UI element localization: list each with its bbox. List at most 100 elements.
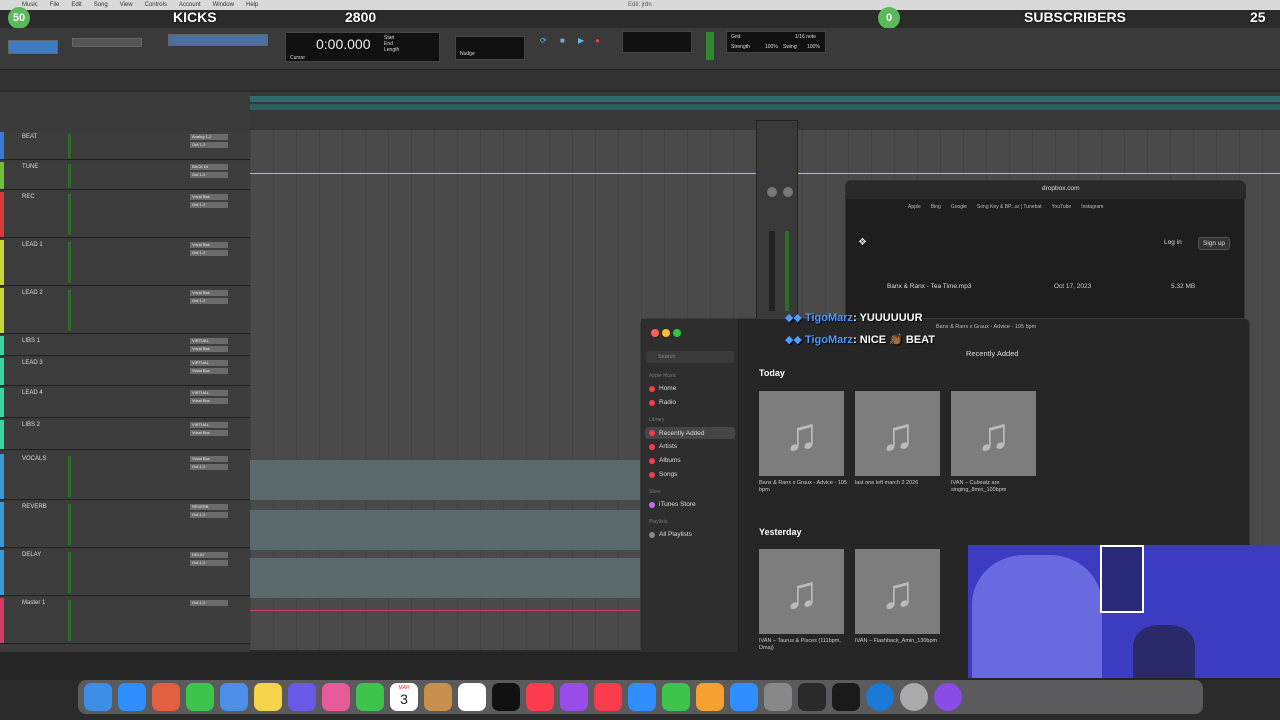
track-row-beat[interactable]: BEAT Analog 1-2 Out 1-2 bbox=[0, 132, 250, 160]
url-field[interactable]: dropbox.com bbox=[1042, 185, 1080, 192]
track-output[interactable]: Vocal Bus bbox=[190, 398, 228, 404]
track-name[interactable]: LIBS 1 bbox=[22, 338, 40, 344]
track-output[interactable]: Out 1-2 bbox=[190, 250, 228, 256]
track-row-lead-1[interactable]: LEAD 1 Vocal Bus Out 1-2 bbox=[0, 240, 250, 286]
pages-icon[interactable] bbox=[696, 683, 724, 711]
file-name[interactable]: Banx & Ranx - Tea Time.mp3 bbox=[887, 283, 971, 290]
edit-tools[interactable] bbox=[168, 34, 268, 46]
facetime-icon[interactable] bbox=[356, 683, 384, 711]
track-name[interactable]: LEAD 2 bbox=[22, 290, 43, 296]
track-input[interactable]: Vocal Bus bbox=[190, 194, 228, 200]
sidebar-item-itunes-store[interactable]: iTunes Store bbox=[649, 501, 696, 508]
track-input[interactable]: REVERB bbox=[190, 504, 228, 510]
minimize-window-icon[interactable] bbox=[662, 329, 670, 337]
system-settings-icon[interactable] bbox=[764, 683, 792, 711]
app-store-icon[interactable] bbox=[730, 683, 758, 711]
notes-icon[interactable] bbox=[254, 683, 282, 711]
close-window-icon[interactable] bbox=[651, 329, 659, 337]
track-name[interactable]: Master 1 bbox=[22, 600, 45, 606]
track-output[interactable]: Vocal Bus bbox=[190, 430, 228, 436]
garageband-icon[interactable] bbox=[798, 683, 826, 711]
sidebar-item-radio[interactable]: Radio bbox=[649, 399, 676, 406]
album-caption[interactable]: Banx & Ranx x Graux - Advice - 105 bpm bbox=[759, 480, 849, 494]
dropbox-logo-icon[interactable]: ❖ bbox=[858, 237, 867, 248]
track-input[interactable]: Vocal Bus bbox=[190, 242, 228, 248]
track-row-vocals[interactable]: VOCALS Vocal Bus Out 1-2 bbox=[0, 454, 250, 500]
track-row-rec[interactable]: REC Vocal Bus Out 1-2 bbox=[0, 192, 250, 238]
track-row-libs-2[interactable]: LIBS 2 VIRTUAL Vocal Bus bbox=[0, 420, 250, 450]
track-output[interactable]: Out 1-2 bbox=[190, 142, 228, 148]
track-name[interactable]: LEAD 1 bbox=[22, 242, 43, 248]
track-name[interactable]: REVERB bbox=[22, 504, 47, 510]
track-input[interactable]: VIRTUAL bbox=[190, 360, 228, 366]
track-row-lead-2[interactable]: LEAD 2 Vocal Bus Out 1-2 bbox=[0, 288, 250, 334]
timeline-ruler[interactable] bbox=[250, 96, 1280, 102]
bookmark-tunebat[interactable]: Song Key & BP...ar | Tunebat bbox=[977, 204, 1042, 210]
track-output[interactable]: Out 1-2 bbox=[190, 512, 228, 518]
reminders-icon[interactable] bbox=[458, 683, 486, 711]
loop-icon[interactable]: ⟳ bbox=[540, 36, 547, 45]
track-input[interactable]: BACK IN bbox=[190, 164, 228, 170]
maps-icon[interactable] bbox=[288, 683, 316, 711]
bookmark-bing[interactable]: Bing bbox=[931, 204, 941, 210]
bookmark-instagram[interactable]: Instagram bbox=[1081, 204, 1103, 210]
keynote-icon[interactable] bbox=[628, 683, 656, 711]
numbers-icon[interactable] bbox=[662, 683, 690, 711]
track-name[interactable]: TUNE bbox=[22, 164, 38, 170]
edit-mode-buttons[interactable] bbox=[8, 40, 58, 54]
main-counter[interactable]: 0:00.000 Cursor Start End Length bbox=[285, 32, 440, 62]
tempo-ruler[interactable] bbox=[250, 104, 1280, 110]
track-name[interactable]: VOCALS bbox=[22, 456, 46, 462]
track-name[interactable]: LEAD 4 bbox=[22, 390, 43, 396]
track-row-lead-4[interactable]: LEAD 4 VIRTUAL Vocal Bus bbox=[0, 388, 250, 418]
track-output[interactable]: Out 1-2 bbox=[190, 560, 228, 566]
file-row[interactable]: Banx & Ranx - Tea Time.mp3 Oct 17, 2023 … bbox=[856, 277, 1236, 297]
floating-mixer-strip[interactable] bbox=[756, 120, 798, 320]
track-input[interactable]: VIRTUAL bbox=[190, 422, 228, 428]
track-output[interactable]: Out 1-2 bbox=[190, 464, 228, 470]
ilok-icon[interactable] bbox=[832, 683, 860, 711]
track-input[interactable]: DELAY bbox=[190, 552, 228, 558]
bookmark-apple[interactable]: Apple bbox=[908, 204, 921, 210]
track-row-delay[interactable]: DELAY DELAY Out 1-2 bbox=[0, 550, 250, 596]
news-icon[interactable] bbox=[594, 683, 622, 711]
sidebar-item-songs[interactable]: Songs bbox=[649, 471, 677, 478]
track-input[interactable]: VIRTUAL bbox=[190, 390, 228, 396]
track-output[interactable]: Out 1-2 bbox=[190, 600, 228, 606]
track-output[interactable]: Vocal Bus bbox=[190, 368, 228, 374]
sidebar-item-albums[interactable]: Albums bbox=[649, 457, 681, 464]
bookmark-google[interactable]: Google bbox=[951, 204, 967, 210]
track-row-tune[interactable]: TUNE BACK IN Out 1-2 bbox=[0, 162, 250, 190]
mail-icon[interactable] bbox=[220, 683, 248, 711]
track-name[interactable]: DELAY bbox=[22, 552, 41, 558]
sidebar-item-all-playlists[interactable]: All Playlists bbox=[649, 531, 692, 538]
sidebar-item-recently-added[interactable]: Recently Added bbox=[645, 427, 735, 439]
track-name[interactable]: BEAT bbox=[22, 134, 37, 140]
transport-controls[interactable]: ⟳ ■ ▶ ● bbox=[540, 36, 610, 46]
track-input[interactable]: Analog 1-2 bbox=[190, 134, 228, 140]
zoom-window-icon[interactable] bbox=[673, 329, 681, 337]
album-caption[interactable]: IVAN – Cubeatz are singing_8min_100bpm bbox=[951, 480, 1041, 494]
nudge-display[interactable]: Nudge bbox=[455, 36, 525, 60]
login-link[interactable]: Log in bbox=[1164, 239, 1182, 246]
contacts-icon[interactable] bbox=[424, 683, 452, 711]
zoom-buttons[interactable] bbox=[72, 38, 142, 47]
utility-icon[interactable] bbox=[900, 683, 928, 711]
calendar-icon[interactable]: MAR 3 bbox=[390, 683, 418, 711]
track-name[interactable]: LIBS 2 bbox=[22, 422, 40, 428]
track-output[interactable]: Out 1-2 bbox=[190, 298, 228, 304]
finder-icon[interactable] bbox=[84, 683, 112, 711]
track-input[interactable]: Vocal Bus bbox=[190, 456, 228, 462]
sidebar-item-artists[interactable]: Artists bbox=[649, 443, 677, 450]
track-output[interactable]: Out 1-2 bbox=[190, 202, 228, 208]
album-caption[interactable]: IVAN – Taurus & Pisces (111bpm, Dmaj) bbox=[759, 638, 849, 652]
photos-icon[interactable] bbox=[322, 683, 350, 711]
bookmark-youtube[interactable]: YouTube bbox=[1052, 204, 1072, 210]
track-row-reverb[interactable]: REVERB REVERB Out 1-2 bbox=[0, 502, 250, 548]
delay-lane[interactable] bbox=[250, 558, 640, 598]
track-name[interactable]: LEAD 3 bbox=[22, 360, 43, 366]
record-icon[interactable]: ● bbox=[595, 36, 600, 45]
track-output[interactable]: Vocal Bus bbox=[190, 346, 228, 352]
album-cover[interactable]: ♫ bbox=[855, 549, 940, 634]
reverb-lane[interactable] bbox=[250, 510, 640, 550]
